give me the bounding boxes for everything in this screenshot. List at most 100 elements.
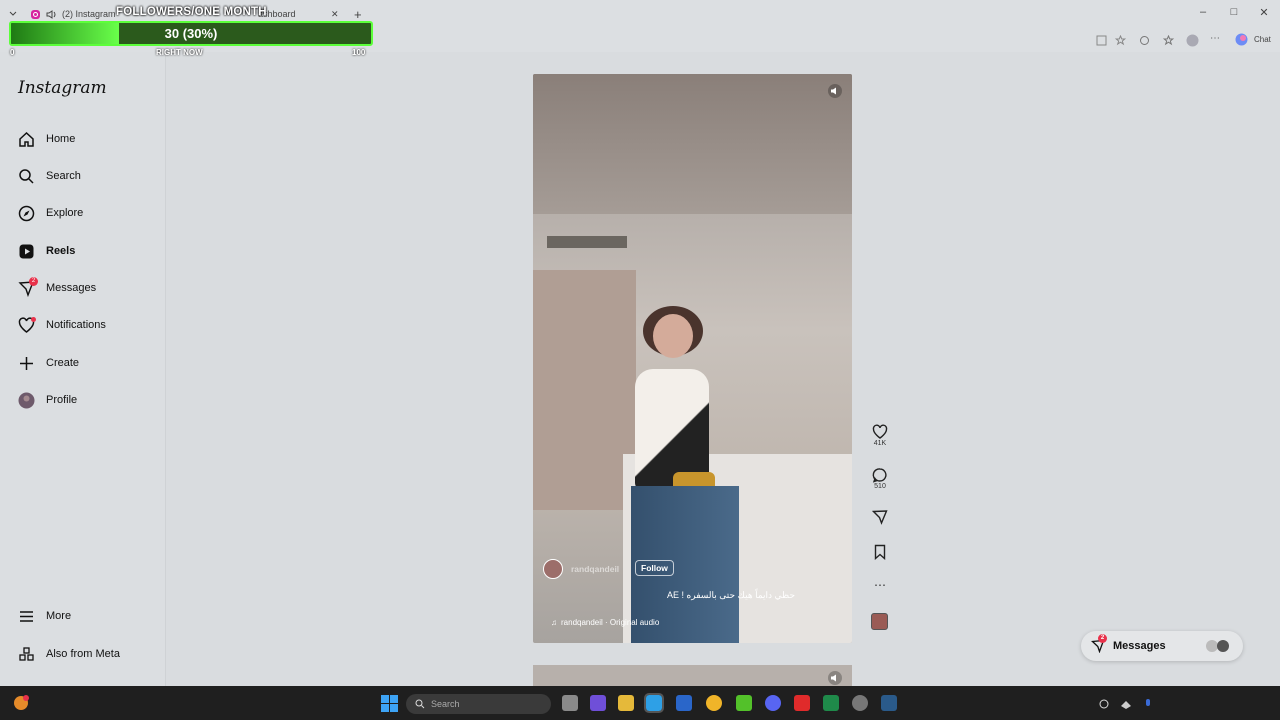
sidebar-item-search[interactable]: Search bbox=[18, 165, 81, 187]
edge-icon[interactable] bbox=[644, 693, 664, 713]
weather-icon[interactable] bbox=[12, 694, 30, 712]
ac-vent bbox=[547, 236, 627, 248]
reel-caption: حظي دايماً هيك حتى بالسفره ! AE bbox=[667, 590, 796, 600]
minimize-button[interactable]: – bbox=[1193, 6, 1213, 18]
profile-icon[interactable] bbox=[1186, 34, 1199, 47]
compass-icon bbox=[18, 205, 35, 221]
instagram-favicon-icon bbox=[31, 9, 40, 19]
taskbar-search[interactable]: Search bbox=[406, 694, 551, 714]
copilot-icon[interactable] bbox=[1235, 33, 1248, 46]
sidebar-item-label: Explore bbox=[46, 207, 84, 219]
music-note-icon: ♫ bbox=[551, 618, 557, 627]
sidebar-item-explore[interactable]: Explore bbox=[18, 202, 83, 224]
sidebar-item-profile[interactable]: Profile bbox=[18, 389, 77, 411]
overlay-title: FOLLOWERS/ONE MONTH bbox=[116, 6, 267, 18]
sidebar-item-label: Profile bbox=[46, 394, 78, 406]
sidebar-item-notifications[interactable]: Notifications bbox=[18, 314, 106, 336]
sidebar-item-create[interactable]: Create bbox=[18, 352, 79, 374]
progress-max-label: 100 bbox=[352, 48, 366, 57]
reader-icon[interactable] bbox=[1096, 35, 1107, 46]
mic-icon[interactable] bbox=[1142, 698, 1154, 710]
like-button[interactable]: 41K bbox=[870, 424, 890, 447]
bookmark-icon bbox=[874, 544, 886, 560]
sidebar-item-label: Notifications bbox=[46, 319, 106, 331]
heart-icon bbox=[872, 424, 888, 439]
progress-min-label: 0 bbox=[10, 48, 15, 57]
favorite-star-icon[interactable] bbox=[1115, 35, 1126, 46]
start-icon[interactable] bbox=[381, 695, 398, 712]
contact-avatars-icon bbox=[1206, 640, 1229, 652]
favorites-icon[interactable] bbox=[1163, 35, 1174, 46]
network-icon[interactable] bbox=[1120, 698, 1132, 710]
more-options-button[interactable]: ⋯ bbox=[870, 578, 890, 592]
audio-credit[interactable]: ♫ randqandeil · Original audio bbox=[551, 618, 659, 627]
store-icon[interactable] bbox=[676, 695, 692, 711]
sidebar-item-label: Messages bbox=[46, 282, 97, 294]
more-dots-icon: ⋯ bbox=[874, 578, 886, 592]
extensions-icon[interactable] bbox=[1139, 35, 1150, 46]
like-count: 41K bbox=[873, 440, 887, 447]
meta-apps-icon bbox=[19, 646, 34, 661]
follow-button[interactable]: Follow bbox=[635, 560, 674, 576]
comment-button[interactable]: 510 bbox=[870, 467, 890, 490]
send-icon bbox=[872, 510, 888, 525]
next-reel-preview[interactable] bbox=[533, 665, 852, 687]
messages-label: Messages bbox=[1113, 640, 1166, 652]
tab-label: (2) Instagram bbox=[62, 9, 116, 19]
messages-pill[interactable]: 2 Messages bbox=[1081, 631, 1243, 661]
sidebar-item-label: Also from Meta bbox=[46, 648, 120, 660]
mute-icon[interactable] bbox=[828, 671, 842, 685]
save-button[interactable] bbox=[870, 544, 890, 560]
close-window-button[interactable]: ✕ bbox=[1254, 6, 1274, 19]
followers-progress-bar: 30 (30%) bbox=[9, 21, 373, 46]
kick-icon[interactable] bbox=[736, 695, 752, 711]
chrome-icon[interactable] bbox=[706, 695, 722, 711]
reel-video[interactable]: randqandeil Follow حظي دايماً هيك حتى با… bbox=[533, 74, 852, 643]
messages-badge: 2 bbox=[29, 276, 38, 286]
notification-dot bbox=[31, 316, 36, 322]
maximize-button[interactable]: □ bbox=[1224, 6, 1244, 18]
sidebar-item-reels[interactable]: Reels bbox=[18, 240, 75, 262]
tray-icon[interactable] bbox=[1098, 698, 1110, 710]
more-options-icon[interactable]: ⋯ bbox=[1210, 33, 1220, 44]
sidebar-item-label: More bbox=[46, 610, 72, 622]
plus-icon bbox=[20, 356, 33, 370]
audio-label: randqandeil · Original audio bbox=[561, 618, 660, 627]
copilot-chat-label[interactable]: Chat bbox=[1254, 35, 1271, 44]
author-avatar[interactable] bbox=[543, 559, 563, 579]
messages-badge: 2 bbox=[1098, 634, 1107, 643]
widgets-icon[interactable] bbox=[590, 695, 606, 711]
youtube-icon[interactable] bbox=[794, 695, 810, 711]
speaker-icon[interactable] bbox=[46, 9, 57, 20]
file-explorer-icon[interactable] bbox=[618, 695, 634, 711]
sidebar-item-messages[interactable]: 2 Messages bbox=[18, 276, 97, 299]
discord-icon[interactable] bbox=[765, 695, 781, 711]
ceiling bbox=[533, 74, 852, 214]
sidebar-item-home[interactable]: Home bbox=[18, 128, 75, 150]
progress-current-label: RIGHT NOW bbox=[156, 48, 203, 57]
steam-icon[interactable] bbox=[881, 695, 897, 711]
mute-icon[interactable] bbox=[828, 84, 842, 98]
share-button[interactable] bbox=[870, 509, 890, 525]
instagram-sidebar: Instagram Home Search Explore Reels 2 Me… bbox=[0, 52, 166, 686]
sidebar-item-label: Home bbox=[46, 133, 76, 145]
audio-thumbnail[interactable] bbox=[871, 613, 888, 630]
sidebar-item-more[interactable]: More bbox=[18, 605, 71, 627]
progress-value: 30 (30%) bbox=[164, 26, 218, 41]
home-icon bbox=[19, 131, 34, 147]
sidebar-item-label: Create bbox=[46, 357, 80, 369]
sidebar-item-also-from-meta[interactable]: Also from Meta bbox=[18, 643, 120, 665]
person-face bbox=[653, 314, 693, 358]
author-username[interactable]: randqandeil bbox=[571, 564, 619, 574]
reels-icon bbox=[19, 244, 34, 258]
task-view-icon[interactable] bbox=[562, 695, 578, 711]
instagram-logo[interactable]: Instagram bbox=[18, 78, 107, 98]
taskbar-search-placeholder: Search bbox=[431, 699, 460, 709]
search-icon bbox=[415, 699, 425, 709]
doorway bbox=[533, 270, 636, 510]
github-icon[interactable] bbox=[852, 695, 868, 711]
menu-icon bbox=[20, 610, 33, 622]
app-icon[interactable] bbox=[823, 695, 839, 711]
comment-icon bbox=[872, 468, 887, 483]
sidebar-item-label: Reels bbox=[46, 245, 76, 257]
